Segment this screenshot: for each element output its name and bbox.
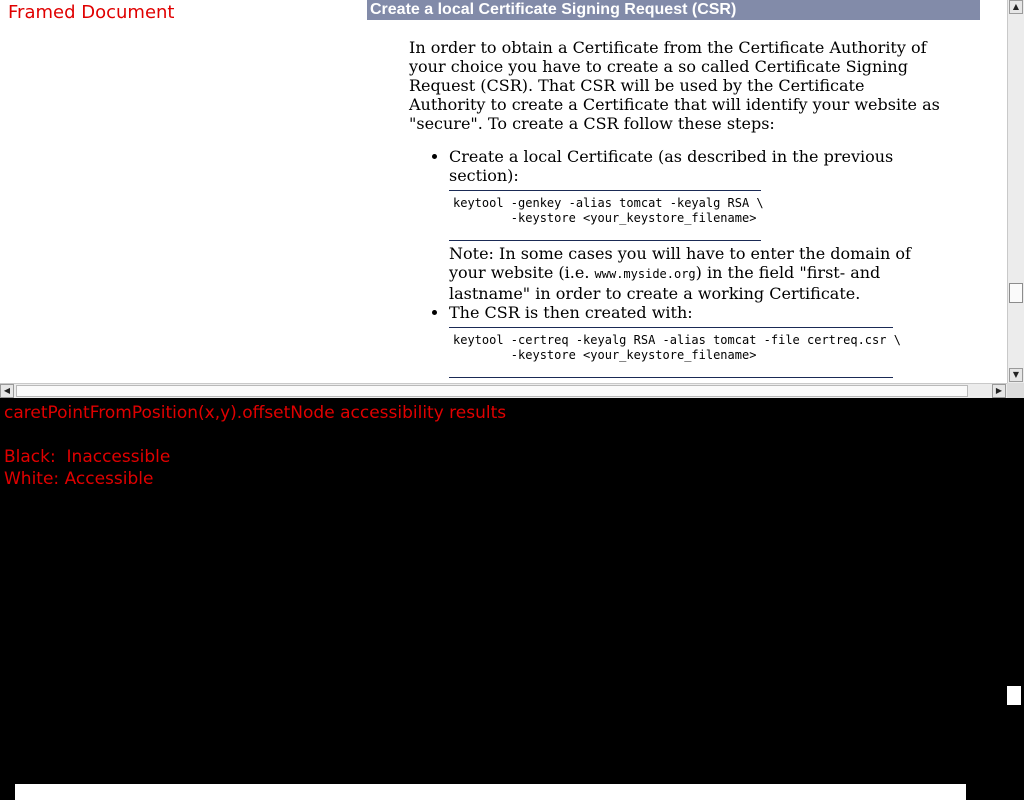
results-panel: caretPointFromPosition(x,y).offsetNode a… [4,402,506,490]
framed-document: Framed Document Create a local Certifica… [0,0,1024,398]
scrollbar-corner [1007,383,1024,398]
scroll-left-button[interactable]: ◀ [0,384,14,398]
vertical-scrollbar[interactable]: ▲ ▼ [1007,0,1024,383]
step-text: Create a local Certificate (as described… [449,147,894,185]
list-item: The CSR is then created with: keytool -c… [449,303,944,378]
section-title: Create a local Certificate Signing Reque… [370,1,737,18]
scroll-up-button[interactable]: ▲ [1009,0,1023,14]
code-block: keytool -certreq -keyalg RSA -alias tomc… [449,327,901,378]
note-code: www.myside.org [594,267,696,281]
code-block: keytool -genkey -alias tomcat -keyalg RS… [449,190,764,241]
note-text: Note: In some cases you will have to ent… [449,244,911,303]
steps-list: Create a local Certificate (as described… [409,147,944,378]
section-header: Create a local Certificate Signing Reque… [367,0,980,20]
accessible-strip [15,784,966,800]
document-content: In order to obtain a Certificate from th… [409,38,944,381]
vertical-scroll-thumb[interactable] [1009,283,1023,303]
scroll-right-button[interactable]: ▶ [992,384,1006,398]
step-text: The CSR is then created with: [449,303,693,322]
scroll-down-button[interactable]: ▼ [1009,368,1023,382]
frame-label: Framed Document [8,2,175,23]
intro-paragraph: In order to obtain a Certificate from th… [409,38,940,133]
accessible-marker [1007,686,1021,705]
legend-black: Black: Inaccessible [4,447,171,467]
horizontal-scroll-thumb[interactable] [16,385,968,397]
legend-white: White: Accessible [4,469,154,489]
horizontal-scrollbar[interactable]: ◀ ▶ [0,383,1007,398]
results-spacer [4,424,506,446]
results-title: caretPointFromPosition(x,y).offsetNode a… [4,403,507,423]
list-item: Create a local Certificate (as described… [449,147,944,303]
